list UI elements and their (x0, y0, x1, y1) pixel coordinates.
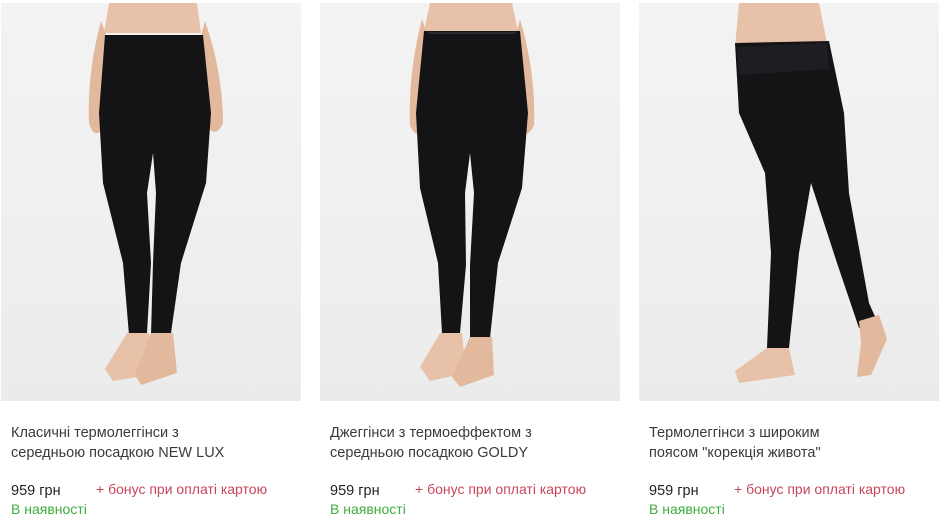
product-name-line: середньою посадкою GOLDY (330, 445, 529, 461)
product-name-line: Термолеггінси з широким (649, 425, 820, 441)
product-name-line: Джеггінси з термоеффектом з (330, 425, 532, 441)
product-photo[interactable] (639, 3, 939, 401)
product-card[interactable]: Термолеггінси з широким поясом "корекція… (639, 3, 939, 522)
leggings-side-image (735, 3, 887, 383)
product-photo[interactable] (1, 3, 301, 401)
product-name-line: Класичні термолеггінси з (11, 425, 179, 441)
product-price: 959 грн (649, 483, 699, 499)
product-name[interactable]: Джеггінси з термоеффектом з середньою по… (330, 423, 615, 463)
product-card[interactable]: Джеггінси з термоеффектом з середньою по… (320, 3, 620, 522)
product-name-line: середньою посадкою NEW LUX (11, 445, 225, 461)
bonus-note: + бонус при оплаті картою (734, 481, 906, 497)
product-photo[interactable] (320, 3, 620, 401)
product-name[interactable]: Термолеггінси з широким поясом "корекція… (649, 423, 934, 463)
product-price: 959 грн (330, 483, 380, 499)
bonus-note: + бонус при оплаті картою (415, 481, 587, 497)
stock-status: В наявності (11, 501, 87, 517)
product-name[interactable]: Класичні термолеггінси з середньою посад… (11, 423, 296, 463)
product-name-line: поясом "корекція живота" (649, 445, 821, 461)
jeggings-front-image (409, 3, 535, 387)
stock-status: В наявності (330, 501, 406, 517)
leggings-front-image (88, 3, 223, 385)
stock-status: В наявності (649, 501, 725, 517)
product-price: 959 грн (11, 483, 61, 499)
bonus-note: + бонус при оплаті картою (96, 481, 268, 497)
product-card[interactable]: Класичні термолеггінси з середньою посад… (1, 3, 301, 522)
